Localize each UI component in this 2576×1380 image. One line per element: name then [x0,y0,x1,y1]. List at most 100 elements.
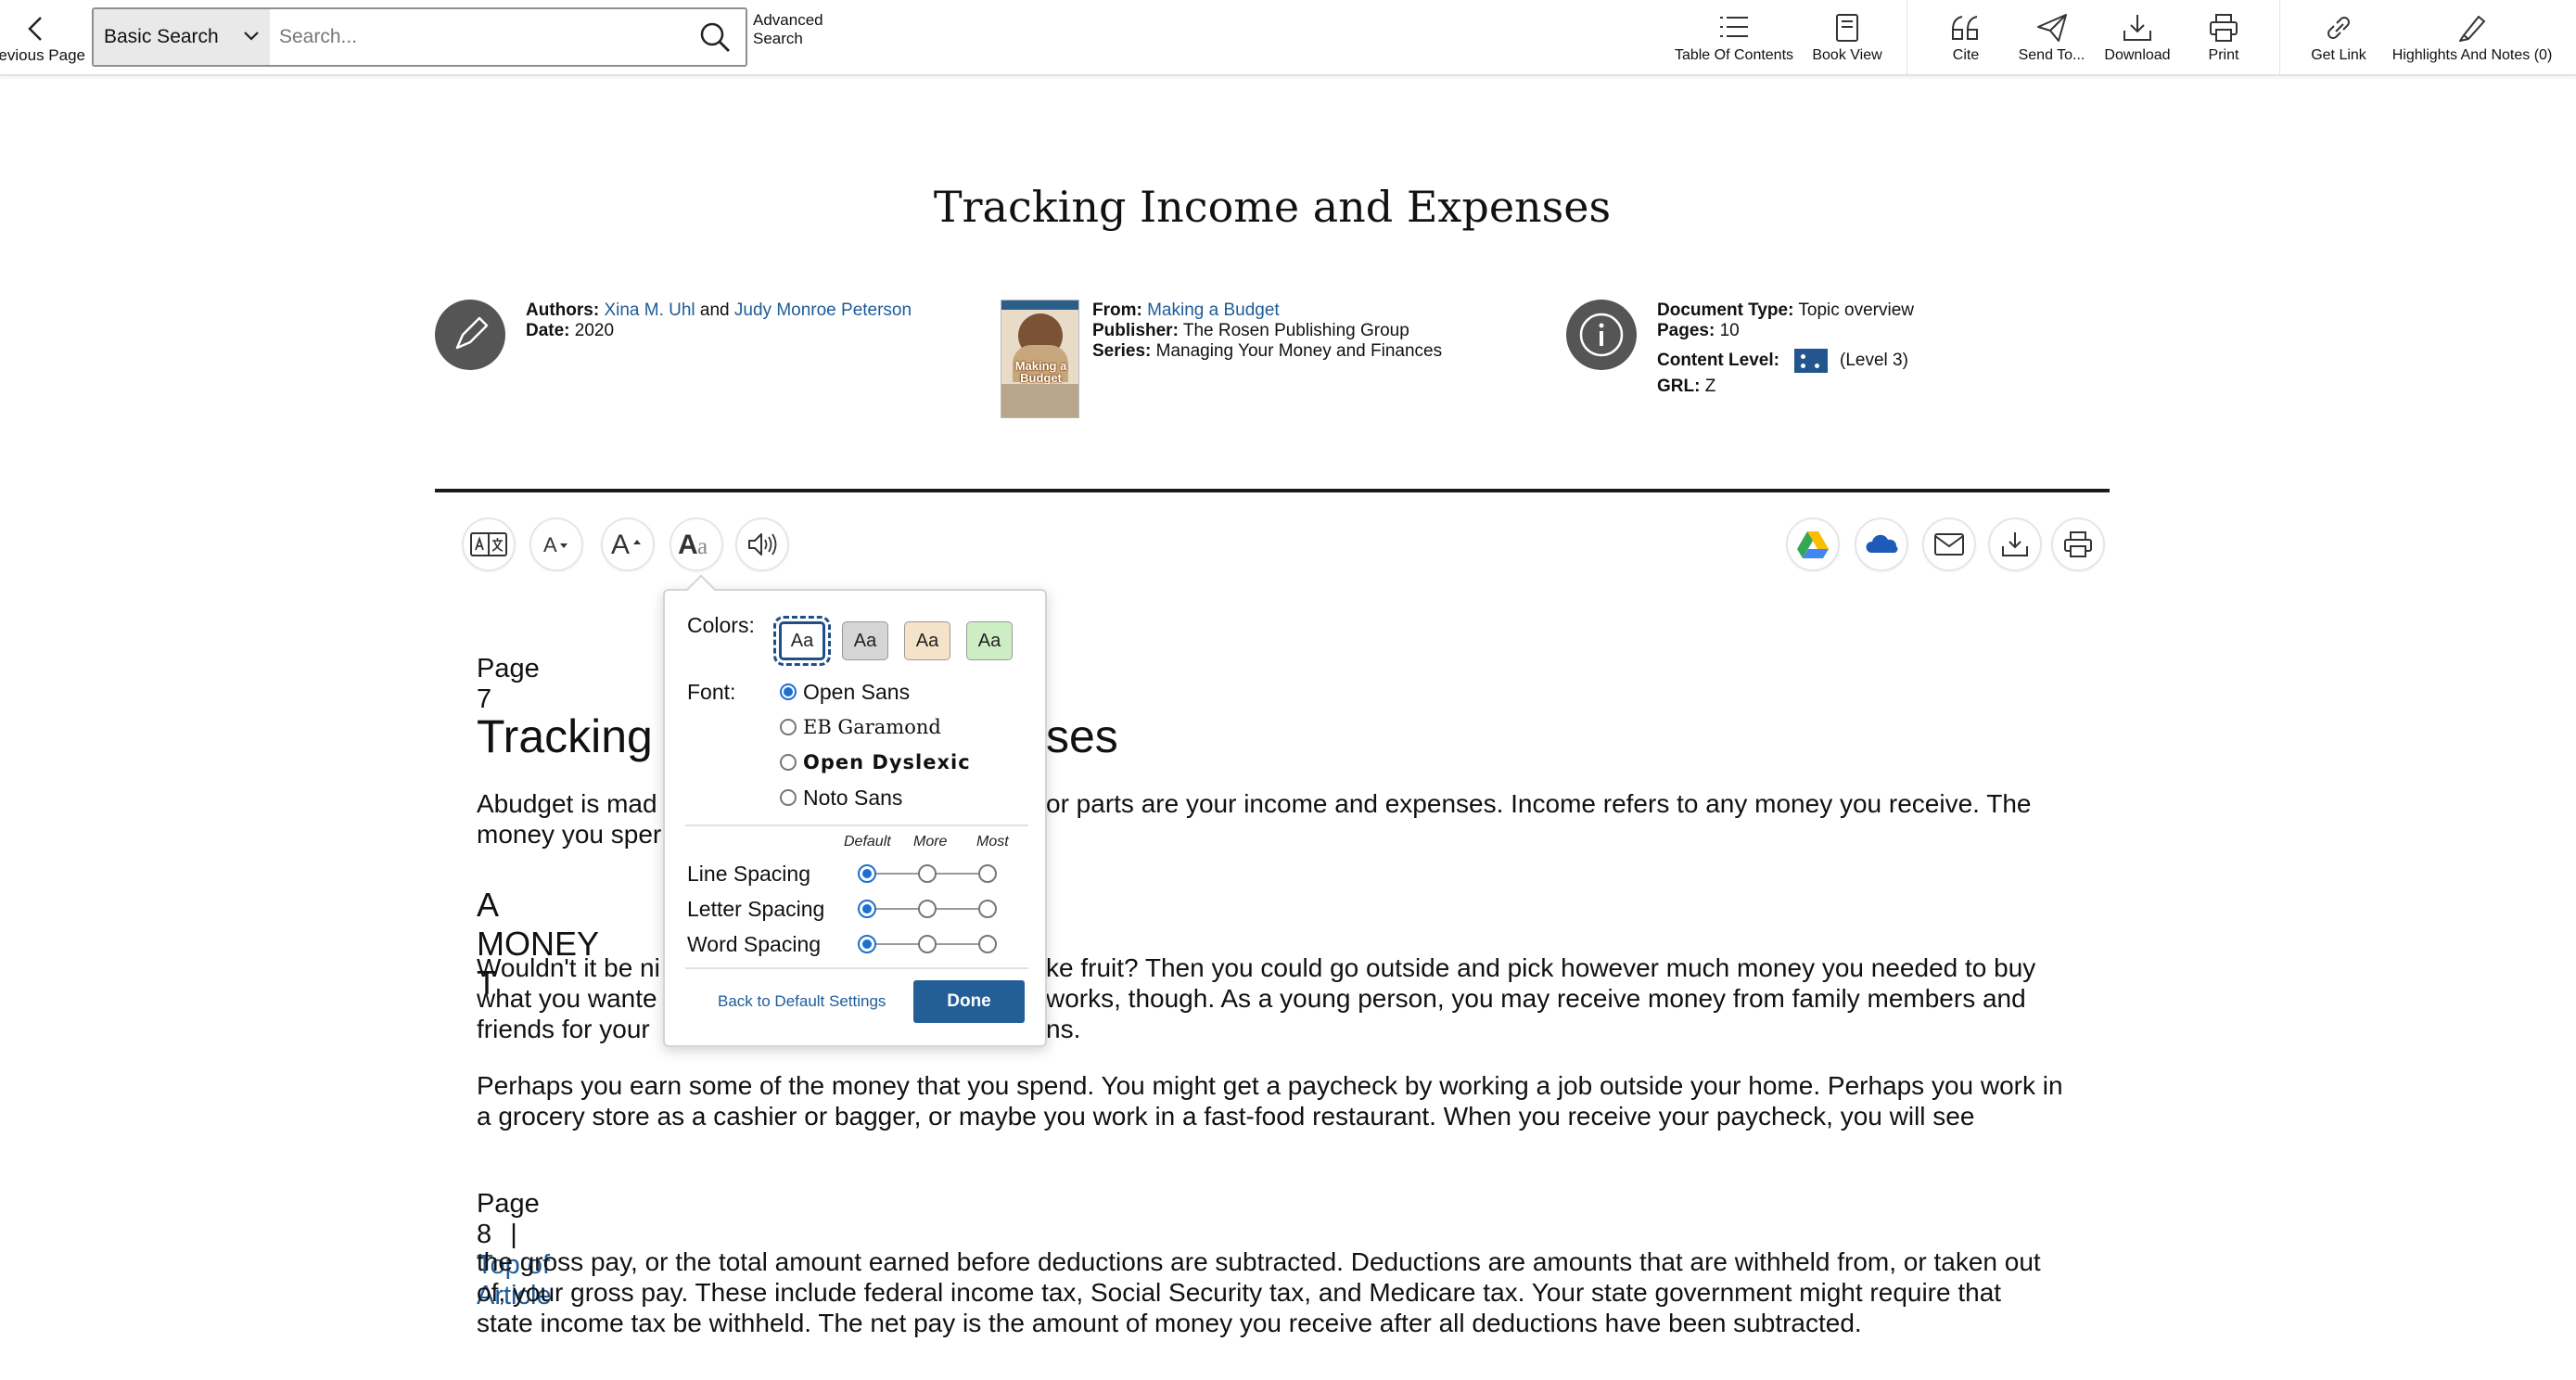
highlights-notes-button[interactable]: Highlights And Notes (0) [2385,0,2559,74]
author-link-1[interactable]: Xina M. Uhl [604,300,695,320]
paragraph-2-line-2-start: what you wante [477,984,657,1013]
document-title: Tracking Income and Expenses [933,182,1612,232]
article-heading: Tracking [477,710,653,762]
toolbar-divider [1906,0,1907,74]
letter-spacing-most[interactable] [978,900,997,918]
info-icon [1579,313,1624,357]
word-spacing-default[interactable] [858,935,876,953]
date-value: 2020 [574,321,615,340]
letter-spacing-label: Letter Spacing [687,897,825,921]
search-icon [700,22,730,52]
grl-line: GRL: Z [1657,377,1914,397]
article-heading-tail: ses [1046,710,1118,762]
word-spacing-most[interactable] [978,935,997,953]
word-spacing-slider[interactable] [858,935,997,953]
display-settings-button[interactable]: Aa [670,518,723,571]
email-button[interactable] [1922,518,1976,571]
book-cover-title: Making a Budget [1014,359,1067,385]
line-spacing-more[interactable] [918,864,937,883]
authors-line: Authors: Xina M. Uhl and Judy Monroe Pet… [526,300,912,321]
display-settings-popup: Colors: Aa Aa Aa Aa Font: Open Sans EB G… [663,574,1047,1047]
search-type-select[interactable]: Basic Search [94,9,270,65]
print-button[interactable]: Print [2187,0,2261,74]
from-link[interactable]: Making a Budget [1147,300,1280,320]
pen-icon [455,316,489,350]
letter-spacing-default[interactable] [858,900,876,918]
font-option-open-dyslexic[interactable]: Open Dyslexic [780,748,971,776]
color-swatch-green[interactable]: Aa [966,621,1013,660]
content-level-line: Content Level: (Level 3) [1657,349,1914,377]
content-level-icon [1794,349,1828,373]
line-spacing-default[interactable] [858,864,876,883]
list-icon [1720,17,1748,37]
content-level-label: Content Level: [1657,351,1779,370]
font-name: EB Garamond [803,716,941,738]
cite-label: Cite [1952,47,1980,63]
search-box: Basic Search [92,7,747,67]
google-drive-button[interactable] [1786,518,1840,571]
radio [780,719,797,735]
search-type-label: Basic Search [104,26,219,47]
line-spacing-most[interactable] [978,864,997,883]
print-label: Print [2208,47,2239,63]
font-option-eb-garamond[interactable]: EB Garamond [780,713,941,741]
done-button[interactable]: Done [913,980,1025,1023]
printer-icon [2064,531,2092,557]
previous-page-button[interactable]: Previous Page [0,0,89,74]
decrease-text-size-button[interactable]: A [529,518,583,571]
download-icon [2002,532,2028,556]
color-swatch-gray[interactable]: Aa [842,621,888,660]
line-spacing-slider[interactable] [858,864,997,883]
font-name: Open Dyslexic [803,751,971,773]
word-spacing-more[interactable] [918,935,937,953]
onedrive-button[interactable] [1855,518,1908,571]
get-link-label: Get Link [2311,47,2366,63]
translate-button[interactable] [462,518,516,571]
letter-spacing-slider[interactable] [858,900,997,918]
radio [780,754,797,771]
from-label: From: [1092,300,1142,320]
author-link-2[interactable]: Judy Monroe Peterson [734,300,912,320]
table-of-contents-button[interactable]: Table Of Contents [1669,0,1799,74]
download-button[interactable]: Download [2096,0,2179,74]
search-input[interactable] [277,15,685,59]
listen-button[interactable] [735,518,789,571]
pages-label: Pages: [1657,321,1715,340]
download-article-button[interactable] [1988,518,2042,571]
print-article-button[interactable] [2051,518,2105,571]
paragraph-4: the gross pay, or the total amount earne… [477,1247,2041,1337]
paper-plane-icon [2036,14,2067,42]
search-button[interactable] [696,19,737,56]
book-cover[interactable]: Making a Budget [1001,300,1079,418]
popup-divider [685,824,1028,826]
font-option-open-sans[interactable]: Open Sans [780,678,910,706]
col-header-most: Most [976,834,1009,850]
publisher-value: The Rosen Publishing Group [1182,321,1409,340]
series-value: Managing Your Money and Finances [1155,341,1443,361]
header-divider [435,489,2110,492]
highlighter-icon [2459,16,2485,42]
cite-button[interactable]: Cite [1929,0,2003,74]
source-meta: From: Making a Budget Publisher: The Ros… [1092,300,1442,362]
letter-spacing-more[interactable] [918,900,937,918]
page-marker-7: Page 7 [477,654,540,714]
get-link-button[interactable]: Get Link [2298,0,2379,74]
paragraph-2-line-1-start: Wouldn't it be ni [477,953,660,982]
reset-defaults-link[interactable]: Back to Default Settings [718,992,886,1011]
increase-text-size-button[interactable]: A [601,518,655,571]
envelope-icon [1934,533,1964,556]
font-name: Noto Sans [803,785,903,810]
font-style-icon: Aa [678,530,708,558]
svg-text:a: a [697,534,708,558]
color-swatch-sepia[interactable]: Aa [904,621,950,660]
advanced-search-link[interactable]: Advanced Search [753,11,823,48]
font-option-noto-sans[interactable]: Noto Sans [780,784,902,811]
pages-line: Pages: 10 [1657,321,1914,341]
paragraph-1-line-2: money you sper [477,820,662,849]
series-label: Series: [1092,341,1152,361]
color-swatch-white[interactable]: Aa [773,616,831,666]
text-smaller-icon: A [543,533,567,556]
book-view-button[interactable]: Book View [1808,0,1886,74]
send-to-button[interactable]: Send To... [2008,0,2096,74]
advanced-search-line1: Advanced [753,11,823,29]
